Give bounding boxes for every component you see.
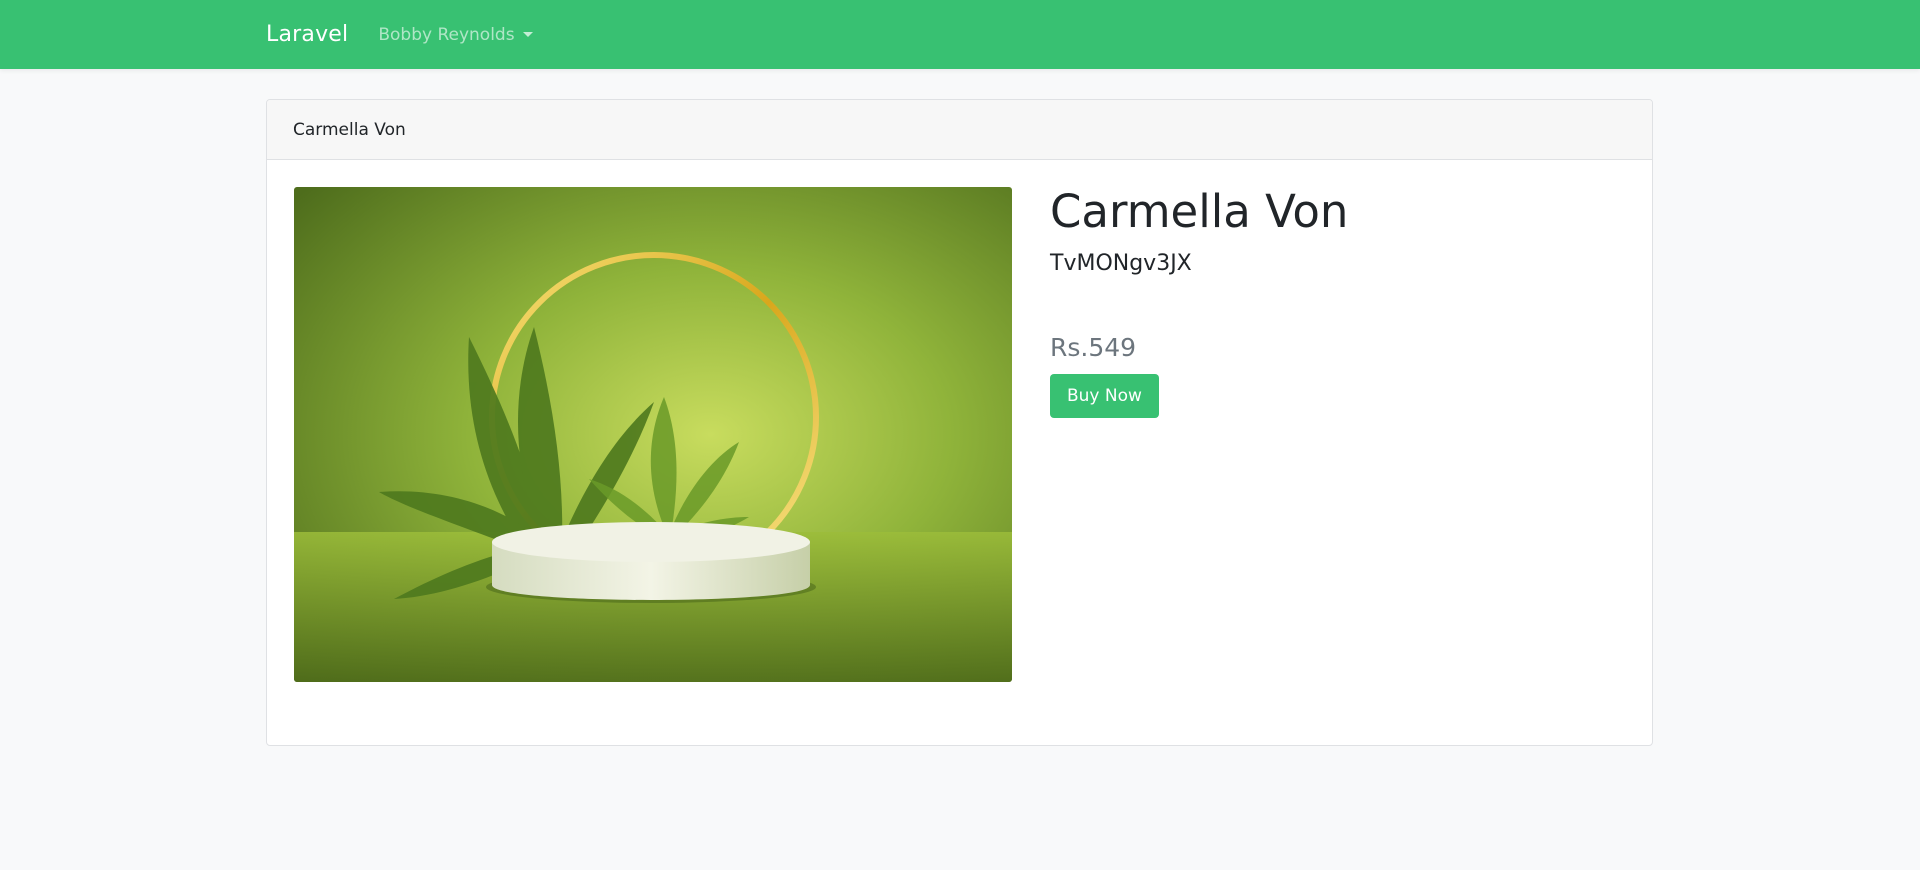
navbar-inner: Laravel Bobby Reynolds bbox=[266, 0, 533, 69]
top-navbar: Laravel Bobby Reynolds bbox=[0, 0, 1920, 69]
product-image bbox=[294, 187, 1012, 682]
card-header: Carmella Von bbox=[267, 100, 1652, 160]
user-dropdown-toggle[interactable]: Bobby Reynolds bbox=[378, 24, 533, 45]
user-name: Bobby Reynolds bbox=[378, 24, 515, 45]
brand-link[interactable]: Laravel bbox=[266, 22, 348, 47]
product-info: Carmella Von TvMONgv3JX Rs.549 Buy Now bbox=[1050, 185, 1348, 418]
product-price: Rs.549 bbox=[1050, 333, 1137, 362]
product-code: TvMONgv3JX bbox=[1050, 251, 1192, 276]
card-header-title: Carmella Von bbox=[293, 119, 406, 140]
product-card: Carmella Von Carmella Von TvMONgv3JX Rs.… bbox=[266, 99, 1653, 746]
product-title: Carmella Von bbox=[1050, 185, 1349, 238]
buy-now-button[interactable]: Buy Now bbox=[1050, 374, 1159, 418]
chevron-down-icon bbox=[522, 32, 533, 37]
